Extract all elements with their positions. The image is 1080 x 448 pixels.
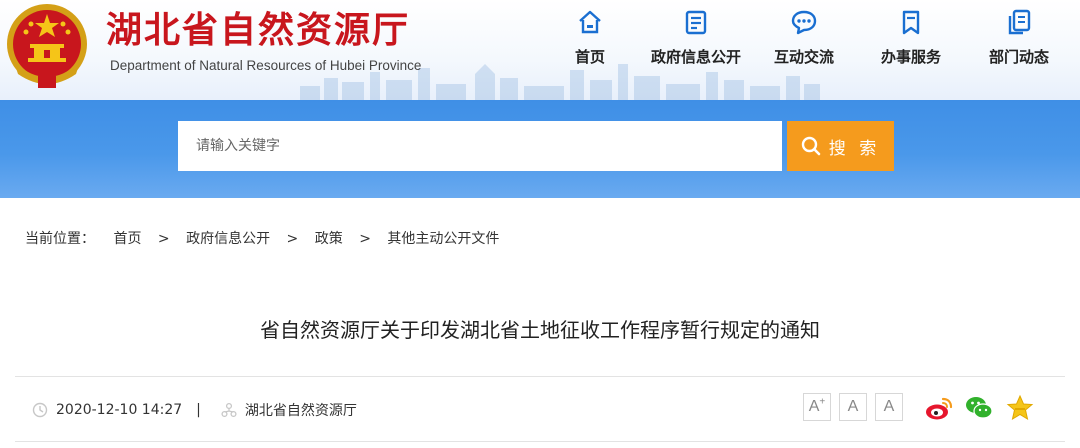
national-emblem-logo [7, 4, 87, 88]
chat-bubble-icon [791, 10, 817, 35]
clock-icon [32, 402, 48, 418]
breadcrumb-item-home[interactable]: 首页 [113, 228, 141, 248]
wechat-icon[interactable] [964, 393, 994, 423]
breadcrumb-separator: > [286, 231, 299, 247]
nav-item-interaction[interactable]: 互动交流 [754, 8, 854, 67]
breadcrumb-prefix: 当前位置： [25, 231, 95, 247]
organization-icon [221, 402, 237, 418]
font-reset-label: A [847, 398, 859, 415]
copy-document-icon [1008, 9, 1031, 35]
nav-label: 首页 [574, 48, 605, 66]
breadcrumb-item-other-files[interactable]: 其他主动公开文件 [387, 228, 499, 248]
breadcrumb-separator: > [359, 231, 371, 247]
site-subtitle: Department of Natural Resources of Hubei… [110, 58, 422, 73]
breadcrumb-item-government-info[interactable]: 政府信息公开 [186, 228, 270, 248]
publish-date: 2020-12-10 14:27 [56, 402, 183, 418]
article-title: 省自然资源厅关于印发湖北省土地征收工作程序暂行规定的通知 [260, 318, 820, 342]
article-meta: 2020-12-10 14:27 | 湖北省自然资源厅 [32, 400, 357, 420]
font-increase-button[interactable]: A+ [803, 393, 831, 421]
site-header: 湖北省自然资源厅 Department of Natural Resources… [0, 0, 1080, 100]
font-decrease-label: A [883, 398, 895, 415]
weibo-icon[interactable] [924, 393, 954, 423]
nav-label: 办事服务 [880, 48, 941, 66]
search-icon [801, 136, 821, 156]
font-reset-button[interactable]: A [839, 393, 867, 421]
favorite-star-icon[interactable] [1005, 393, 1035, 423]
font-increase-label: A [808, 398, 820, 415]
document-icon [685, 10, 707, 35]
search-button-label: 搜 索 [828, 138, 881, 159]
bookmark-icon [902, 10, 920, 35]
nav-item-home[interactable]: 首页 [540, 8, 640, 67]
nav-label: 部门动态 [988, 48, 1049, 66]
breadcrumb-item-policy[interactable]: 政策 [315, 228, 343, 248]
plus-mark: + [819, 396, 826, 408]
font-decrease-button[interactable]: A [875, 393, 903, 421]
nav-item-government-info[interactable]: 政府信息公开 [646, 8, 746, 67]
home-icon [579, 10, 601, 34]
nav-label: 互动交流 [773, 48, 834, 66]
nav-label: 政府信息公开 [650, 48, 741, 66]
meta-divider: | [196, 402, 201, 418]
site-title: 湖北省自然资源厅 [106, 10, 411, 51]
breadcrumb: 当前位置： 首页 > 政府信息公开 > 政策 > 其他主动公开文件 [25, 228, 499, 248]
nav-item-department-news[interactable]: 部门动态 [969, 8, 1069, 67]
search-input[interactable] [178, 121, 782, 171]
divider-line [15, 441, 1065, 442]
search-button[interactable]: 搜 索 [787, 121, 894, 171]
article-source: 湖北省自然资源厅 [244, 403, 357, 419]
divider-line [15, 376, 1065, 377]
breadcrumb-separator: > [157, 231, 170, 247]
nav-item-services[interactable]: 办事服务 [861, 8, 961, 67]
